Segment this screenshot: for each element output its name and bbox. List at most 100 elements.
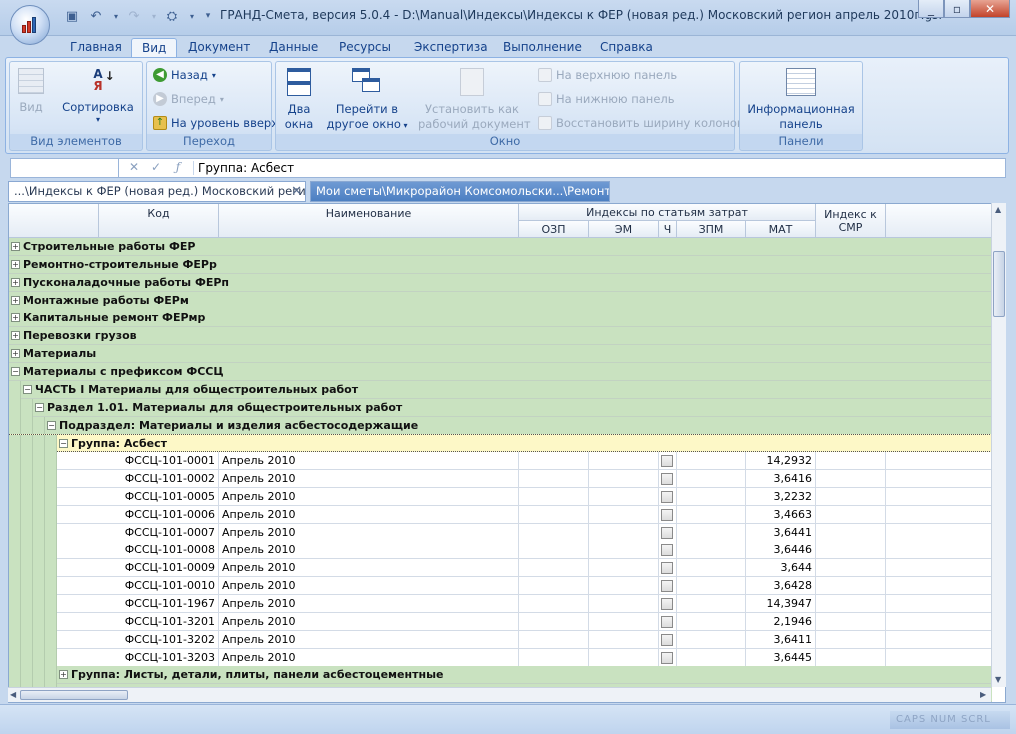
cell-pad[interactable] — [886, 577, 992, 596]
checkbox[interactable] — [661, 615, 673, 628]
function-icon[interactable]: ƒ — [169, 160, 187, 176]
cell-zpm[interactable] — [677, 452, 746, 471]
cell-zpm[interactable] — [677, 595, 746, 613]
column-header-zpm[interactable]: ЗПМ — [677, 221, 746, 238]
column-header-name[interactable]: Наименование — [219, 204, 519, 238]
cancel-icon[interactable]: ✕ — [125, 160, 143, 176]
to-bottom-panel-button[interactable]: На нижнюю панель — [538, 92, 675, 106]
table-row[interactable]: ФССЦ-101-3202 Апрель 2010 3,6411 — [9, 630, 992, 649]
cell-code[interactable]: ФССЦ-101-0008 — [99, 541, 219, 560]
cell-code[interactable]: ФССЦ-101-0001 — [99, 452, 219, 471]
tab-execution[interactable]: Выполнение — [493, 38, 592, 58]
cell-smr[interactable] — [816, 612, 886, 631]
cell-pad[interactable] — [886, 559, 992, 578]
expand-icon[interactable]: + — [11, 277, 20, 287]
save-icon[interactable]: ▣ — [62, 7, 82, 25]
undo-dropdown-icon[interactable]: ▾ — [106, 7, 126, 25]
column-header-smr-index[interactable]: Индекс к СМР — [816, 204, 886, 238]
table-row[interactable]: ФССЦ-101-0009 Апрель 2010 3,644 — [9, 559, 992, 578]
doc-tab-my-estimates[interactable]: Мои сметы\Микрорайон Комсомольски...\Рем… — [310, 181, 610, 202]
cell-name[interactable]: Апрель 2010 — [219, 487, 519, 506]
vertical-scroll-thumb[interactable] — [993, 251, 1005, 317]
tree-row[interactable]: + Строительные работы ФЕР — [9, 238, 992, 256]
checkbox[interactable] — [661, 473, 673, 486]
cell-ozp[interactable] — [519, 470, 589, 489]
collapse-icon[interactable]: − — [47, 420, 56, 430]
cell-em[interactable] — [589, 505, 659, 524]
column-header-em[interactable]: ЭМ — [589, 221, 659, 238]
doc-tab-indices[interactable]: ...\Индексы к ФЕР (новая ред.) Московски… — [8, 181, 306, 202]
cell-em[interactable] — [589, 541, 659, 560]
cell-name[interactable]: Апрель 2010 — [219, 648, 519, 667]
cell-em[interactable] — [589, 487, 659, 506]
tab-data[interactable]: Данные — [259, 38, 328, 58]
horizontal-scroll-thumb[interactable] — [20, 690, 128, 700]
cell-mat[interactable]: 3,6441 — [746, 523, 816, 542]
collapse-icon[interactable]: − — [11, 366, 20, 376]
cell-name[interactable]: Апрель 2010 — [219, 559, 519, 578]
cell-zpm[interactable] — [677, 577, 746, 596]
tree-row[interactable]: − Материалы с префиксом ФССЦ — [9, 362, 992, 381]
cell-ch[interactable] — [659, 487, 677, 506]
column-header-code[interactable]: Код — [99, 204, 219, 238]
cell-smr[interactable] — [816, 559, 886, 578]
cell-ch[interactable] — [659, 523, 677, 542]
checkbox[interactable] — [661, 490, 673, 503]
cell-pad[interactable] — [886, 541, 992, 560]
table-row[interactable]: ФССЦ-101-0001 Апрель 2010 14,2932 — [9, 452, 992, 471]
cell-ch[interactable] — [659, 505, 677, 524]
collapse-icon[interactable]: − — [35, 402, 44, 412]
view-button[interactable]: Вид — [16, 68, 46, 115]
expand-icon[interactable]: + — [11, 331, 20, 341]
close-button[interactable]: ✕ — [970, 0, 1010, 18]
cell-em[interactable] — [589, 612, 659, 631]
cell-name[interactable]: Апрель 2010 — [219, 612, 519, 631]
cell-ch[interactable] — [659, 577, 677, 596]
level-up-button[interactable]: ↑ На уровень вверх — [153, 116, 278, 130]
cell-pad[interactable] — [886, 470, 992, 489]
confirm-icon[interactable]: ✓ — [147, 160, 165, 176]
cell-code[interactable]: ФССЦ-101-1967 — [99, 595, 219, 613]
cell-mat[interactable]: 3,6428 — [746, 577, 816, 596]
tab-document[interactable]: Документ — [178, 38, 260, 58]
cell-ch[interactable] — [659, 595, 677, 613]
cell-ch[interactable] — [659, 470, 677, 489]
cell-ch[interactable] — [659, 541, 677, 560]
cell-name[interactable]: Апрель 2010 — [219, 577, 519, 596]
expand-icon[interactable]: + — [11, 349, 20, 359]
cell-zpm[interactable] — [677, 648, 746, 667]
checkbox[interactable] — [661, 544, 673, 557]
cell-em[interactable] — [589, 630, 659, 649]
cell-ozp[interactable] — [519, 595, 589, 613]
cell-code[interactable]: ФССЦ-101-3202 — [99, 630, 219, 649]
cell-ozp[interactable] — [519, 505, 589, 524]
tab-help[interactable]: Справка — [590, 38, 663, 58]
cell-ozp[interactable] — [519, 648, 589, 667]
tab-home[interactable]: Главная — [60, 38, 132, 58]
cell-ch[interactable] — [659, 452, 677, 471]
undo-icon[interactable]: ↶ — [86, 7, 106, 25]
cell-ch[interactable] — [659, 612, 677, 631]
checkbox[interactable] — [661, 455, 673, 468]
two-windows-button[interactable]: Два окна — [282, 68, 316, 132]
expand-icon[interactable]: + — [11, 259, 20, 269]
checkbox[interactable] — [661, 562, 673, 575]
cell-ozp[interactable] — [519, 487, 589, 506]
cell-code[interactable]: ФССЦ-101-0005 — [99, 487, 219, 506]
tree-row[interactable]: − ЧАСТЬ I Материалы для общестроительных … — [9, 380, 992, 399]
minimize-button[interactable]: _ — [918, 0, 944, 18]
cell-smr[interactable] — [816, 577, 886, 596]
cell-ozp[interactable] — [519, 630, 589, 649]
table-row[interactable]: ФССЦ-101-1967 Апрель 2010 14,3947 — [9, 595, 992, 613]
checkbox[interactable] — [661, 651, 673, 664]
cell-zpm[interactable] — [677, 487, 746, 506]
redo-icon[interactable]: ↷ — [124, 7, 144, 25]
column-header-ozp[interactable]: ОЗП — [519, 221, 589, 238]
find-icon[interactable]: ⛭ — [162, 7, 182, 25]
checkbox[interactable] — [661, 580, 673, 593]
cell-zpm[interactable] — [677, 612, 746, 631]
cell-code[interactable]: ФССЦ-101-0007 — [99, 523, 219, 542]
cell-code[interactable]: ФССЦ-101-0002 — [99, 470, 219, 489]
cell-em[interactable] — [589, 523, 659, 542]
name-box[interactable] — [11, 159, 119, 177]
